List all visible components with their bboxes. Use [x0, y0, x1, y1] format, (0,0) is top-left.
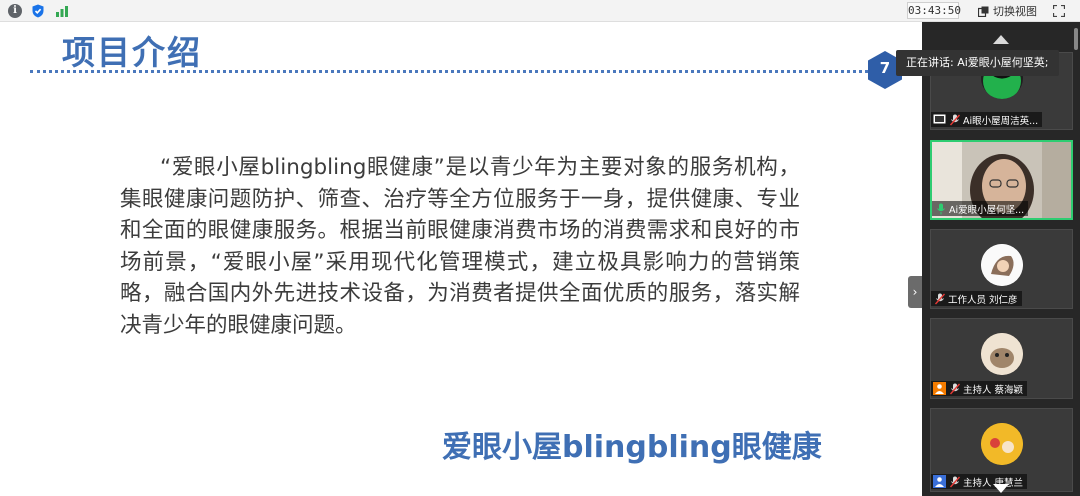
participant-label: 工作人员 刘仁彦 [931, 291, 1022, 306]
panel-scrollbar[interactable] [1074, 28, 1078, 50]
signal-icon[interactable] [55, 4, 69, 18]
screen-share-icon [933, 114, 946, 124]
host-icon [933, 382, 946, 395]
mic-active-icon [937, 203, 945, 214]
participant-tile-active[interactable]: Ai爱眼小屋何坚... [930, 140, 1073, 220]
avatar [981, 244, 1023, 286]
participant-tile[interactable]: 工作人员 刘仁彦 [930, 229, 1073, 309]
scroll-down-arrow-icon[interactable] [993, 484, 1009, 493]
mic-muted-icon [935, 293, 945, 304]
avatar [981, 333, 1023, 375]
switch-view-icon [978, 6, 989, 17]
shield-icon[interactable] [31, 4, 45, 18]
top-bar: i 03:43:50 切换视图 [0, 0, 1080, 22]
scroll-up-arrow-icon[interactable] [993, 35, 1009, 44]
slide-brand-text: 爱眼小屋blingbling眼健康 [442, 430, 822, 465]
slide-title: 项目介绍 [62, 33, 202, 72]
participant-label: Ai爱眼小屋何坚... [932, 201, 1029, 216]
participant-label: 主持人 蔡海颖 [931, 381, 1028, 396]
participant-label: 主持人 唐慧兰 [931, 474, 1028, 489]
shared-slide: 项目介绍 7 “爱眼小屋blingbling眼健康”是以青少年为主要对象的服务机… [0, 22, 922, 496]
slide-body-text: “爱眼小屋blingbling眼健康”是以青少年为主要对象的服务机构，集眼健康问… [120, 155, 800, 338]
collapse-panel-button[interactable]: › [908, 276, 922, 308]
info-icon[interactable]: i [8, 4, 22, 18]
participant-label: Ai眼小屋周洁英... [931, 112, 1043, 127]
title-divider [30, 70, 880, 73]
mic-muted-icon [950, 114, 960, 125]
speaking-indicator: 正在讲话: Ai爱眼小屋何坚英; [896, 50, 1059, 76]
mic-muted-icon [950, 383, 960, 394]
fullscreen-icon[interactable] [1053, 5, 1065, 17]
participant-tile[interactable]: 主持人 蔡海颖 [930, 318, 1073, 399]
switch-view-label: 切换视图 [993, 5, 1037, 18]
mic-muted-icon [950, 476, 960, 487]
participant-tile[interactable]: 主持人 唐慧兰 [930, 408, 1073, 492]
avatar [981, 423, 1023, 465]
user-icon [933, 475, 946, 488]
switch-view-button[interactable]: 切换视图 [978, 2, 1037, 20]
meeting-timer: 03:43:50 [907, 2, 961, 19]
